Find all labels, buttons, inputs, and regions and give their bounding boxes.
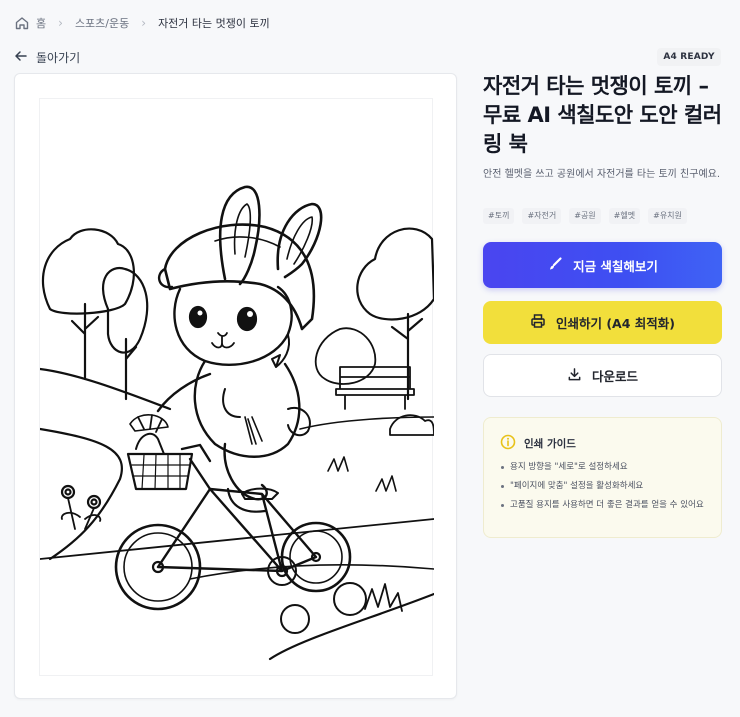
info-icon [500, 434, 516, 453]
coloring-page-card [14, 73, 457, 699]
tag[interactable]: #헬멧 [608, 208, 641, 224]
coloring-page-image[interactable] [38, 98, 436, 676]
breadcrumb-category[interactable]: 스포츠/운동 [75, 15, 129, 31]
breadcrumb-home[interactable]: 홈 [36, 15, 46, 31]
chevron-right-icon: › [58, 16, 63, 30]
download-label: 다운로드 [591, 369, 638, 384]
print-guide-list: 용지 방향을 "세로"로 설정하세요 "페이지에 맞춤" 설정을 활성화하세요 … [500, 461, 712, 518]
chevron-right-icon: › [141, 16, 147, 30]
download-button[interactable]: 다운로드 [483, 354, 722, 397]
home-icon[interactable] [14, 15, 30, 31]
breadcrumb-current: 자전거 타는 멋쟁이 토끼 [158, 17, 270, 30]
page-title: 자전거 타는 멋쟁이 토끼 – 무료 AI 색칠도안 도안 컬러링 북 [483, 74, 722, 156]
print-guide: 인쇄 가이드 용지 방향을 "세로"로 설정하세요 "페이지에 맞춤" 설정을 … [483, 417, 722, 538]
color-now-button[interactable]: 지금 색칠해보기 [483, 242, 722, 288]
printer-icon [530, 313, 546, 332]
arrow-left-icon [14, 49, 28, 66]
print-guide-header: 인쇄 가이드 [500, 434, 576, 453]
tag-list: #토끼 #자전거 #공원 #헬멧 #유치원 [483, 208, 687, 224]
color-now-label: 지금 색칠해보기 [573, 258, 658, 274]
brush-icon [547, 256, 563, 275]
print-button[interactable]: 인쇄하기 (A4 최적화) [483, 301, 722, 344]
tag[interactable]: #토끼 [483, 208, 515, 224]
back-button[interactable]: 돌아가기 [14, 47, 80, 67]
a4-ready-badge: A4 READY [657, 48, 721, 66]
tag[interactable]: #공원 [569, 208, 601, 224]
tag[interactable]: #유치원 [648, 208, 687, 224]
print-label: 인쇄하기 (A4 최적화) [555, 316, 675, 331]
list-item: "페이지에 맞춤" 설정을 활성화하세요 [500, 480, 712, 492]
download-icon [567, 367, 582, 385]
tag[interactable]: #자전거 [522, 208, 562, 224]
print-guide-title: 인쇄 가이드 [524, 438, 576, 450]
list-item: 용지 방향을 "세로"로 설정하세요 [500, 461, 712, 473]
list-item: 고품질 용지를 사용하면 더 좋은 결과를 얻을 수 있어요 [500, 499, 712, 511]
page-description: 안전 헬멧을 쓰고 공원에서 자전거를 타는 토끼 친구예요. [483, 169, 721, 180]
breadcrumb: 홈 › 스포츠/운동 › 자전거 타는 멋쟁이 토끼 [14, 13, 270, 33]
back-label: 돌아가기 [36, 50, 81, 65]
